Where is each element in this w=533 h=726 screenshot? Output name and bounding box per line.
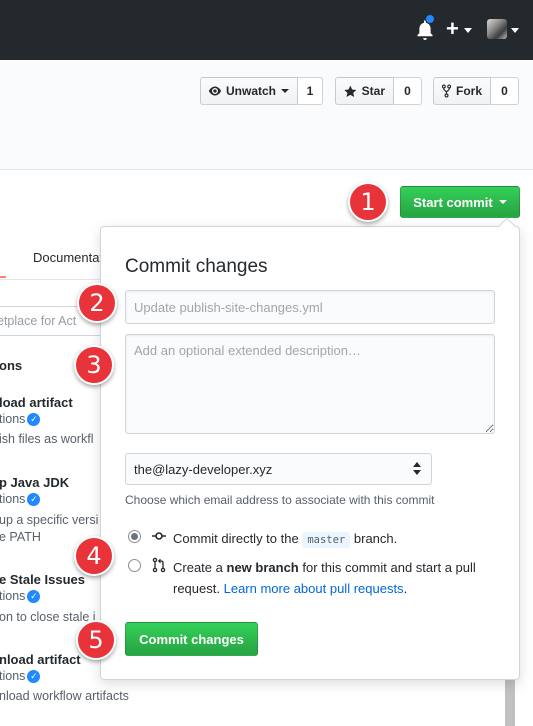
fork-button[interactable]: Fork (433, 77, 491, 105)
action-byline: tions ✓ (0, 589, 41, 604)
create-caret-icon (464, 28, 472, 33)
action-description-line2: e PATH (0, 530, 41, 544)
commit-description-textarea[interactable] (125, 334, 495, 434)
action-byline: tions ✓ (0, 412, 41, 427)
user-avatar[interactable] (487, 19, 507, 39)
commit-summary-input[interactable] (125, 290, 495, 324)
action-byline-text: tions (0, 589, 26, 603)
select-arrows-icon (413, 462, 421, 476)
unwatch-button[interactable]: Unwatch (200, 77, 298, 105)
new-branch-option[interactable]: Create a new branch for this commit and … (128, 557, 488, 599)
watch-count[interactable]: 1 (298, 77, 323, 105)
start-commit-button[interactable]: Start commit (400, 186, 520, 218)
action-title[interactable]: e Stale Issues (0, 572, 85, 587)
new-branch-prefix: Create a (173, 560, 223, 575)
new-branch-radio[interactable] (128, 559, 141, 572)
action-description: up a specific versi (0, 513, 99, 527)
commit-direct-radio[interactable] (128, 530, 141, 543)
git-commit-icon (152, 532, 166, 540)
callout-4: 4 (74, 536, 114, 576)
start-commit-caret-icon (498, 200, 507, 204)
marketplace-section-heading: ons (0, 358, 23, 373)
commit-changes-button[interactable]: Commit changes (125, 622, 258, 656)
unwatch-caret-icon (281, 89, 289, 93)
create-new-button[interactable]: + (446, 17, 459, 41)
callout-2: 2 (77, 283, 117, 323)
action-byline-text: tions (0, 669, 26, 683)
verified-icon: ✓ (27, 670, 41, 684)
action-title[interactable]: p Java JDK (0, 475, 69, 490)
verified-icon: ✓ (27, 493, 41, 507)
callout-5: 5 (76, 620, 116, 660)
direct-prefix: Commit directly to the (173, 531, 299, 546)
callout-3: 3 (74, 345, 114, 385)
callout-1: 1 (348, 182, 388, 222)
fork-icon (442, 84, 451, 98)
start-commit-label: Start commit (413, 194, 493, 210)
action-byline: tions ✓ (0, 669, 41, 684)
dialog-title: Commit changes (125, 256, 268, 277)
action-description: on to close stale i (0, 610, 96, 624)
commit-email-select[interactable]: the@lazy-developer.xyz (125, 453, 432, 485)
action-title[interactable]: nload artifact (0, 652, 81, 667)
scrollbar-thumb[interactable] (505, 680, 515, 726)
branch-name: master (302, 532, 351, 548)
direct-suffix: branch. (353, 531, 398, 546)
star-button[interactable]: Star (335, 77, 394, 105)
eye-icon (209, 86, 221, 96)
new-branch-bold: new branch (226, 560, 299, 575)
action-title[interactable]: load artifact (0, 395, 73, 410)
email-note: Choose which email address to associate … (125, 493, 435, 507)
unwatch-label: Unwatch (225, 84, 276, 98)
email-selected-value: the@lazy-developer.xyz (134, 461, 273, 477)
verified-icon: ✓ (27, 413, 41, 427)
action-byline-text: tions (0, 492, 26, 506)
tab-active-indicator (0, 242, 6, 278)
action-description: ish files as workfl (0, 432, 94, 446)
star-label: Star (361, 84, 385, 98)
action-description: nload workflow artifacts (0, 689, 129, 703)
action-byline-text: tions (0, 412, 26, 426)
fork-count[interactable]: 0 (491, 77, 519, 105)
star-icon (344, 85, 357, 97)
action-byline: tions ✓ (0, 492, 41, 507)
tab-documentation[interactable]: Documentat (33, 250, 103, 265)
new-branch-period: . (403, 581, 408, 596)
star-count[interactable]: 0 (394, 77, 422, 105)
git-pull-request-icon (152, 557, 166, 573)
commit-direct-option[interactable]: Commit directly to the master branch. (128, 528, 397, 551)
fork-label: Fork (455, 84, 482, 98)
avatar-caret-icon (511, 28, 519, 33)
verified-icon: ✓ (27, 590, 41, 604)
learn-more-pull-requests-link[interactable]: Learn more about pull requests (224, 581, 404, 596)
notification-dot (425, 14, 435, 24)
